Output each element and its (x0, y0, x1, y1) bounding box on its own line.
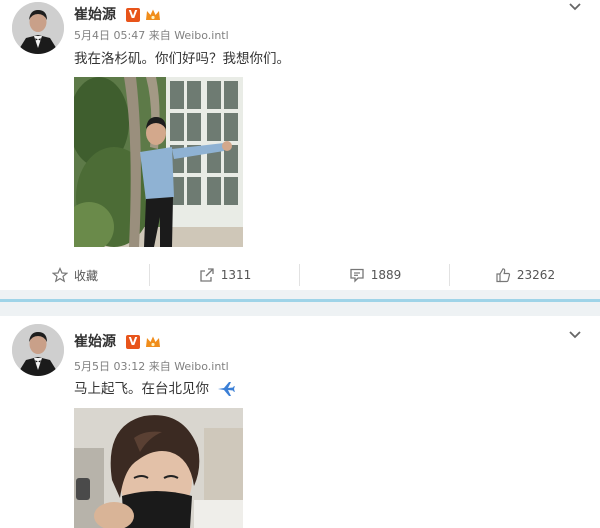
source: 来自 Weibo.intl (148, 29, 229, 42)
favorite-button[interactable]: 收藏 (0, 260, 150, 290)
repost-count: 1311 (220, 268, 252, 282)
post-text: 我在洛杉矶。你们好吗？我想你们。 (74, 51, 290, 67)
source: 来自 Weibo.intl (148, 360, 229, 373)
post-photo[interactable] (74, 408, 243, 528)
avatar[interactable] (12, 2, 64, 54)
crown-icon (146, 336, 160, 347)
airplane-icon (218, 382, 236, 396)
chevron-down-icon[interactable] (568, 2, 582, 12)
action-bar: 收藏 1311 1889 23262 (0, 260, 600, 290)
post-photo[interactable] (74, 77, 243, 247)
post-text: 马上起飞。在台北见你 (74, 380, 236, 398)
verified-badge-icon: V (126, 335, 140, 349)
timestamp[interactable]: 5月5日 03:12 (74, 360, 145, 373)
comment-count: 1889 (370, 268, 402, 282)
like-button[interactable]: 23262 (450, 260, 600, 290)
avatar[interactable] (12, 324, 64, 376)
like-count: 23262 (516, 268, 556, 282)
post-meta: 5月4日 05:47 来自 Weibo.intl (74, 29, 229, 43)
weibo-post: 崔始源 V 5月4日 05:47 来自 Weibo.intl 我在洛杉矶。你们好… (0, 0, 600, 290)
post-text-content: 马上起飞。在台北见你 (74, 381, 209, 397)
crown-icon (146, 9, 160, 20)
post-meta: 5月5日 03:12 来自 Weibo.intl (74, 360, 229, 374)
weibo-post: 崔始源 V 5月5日 03:12 来自 Weibo.intl 马上起飞。在台北见… (0, 316, 600, 528)
favorite-label: 收藏 (73, 268, 98, 283)
comment-button[interactable]: 1889 (300, 260, 450, 290)
star-icon (51, 267, 68, 283)
timestamp[interactable]: 5月4日 05:47 (74, 29, 145, 42)
username[interactable]: 崔始源 (74, 333, 116, 351)
username[interactable]: 崔始源 (74, 6, 116, 24)
feed-separator (0, 290, 600, 316)
verified-badge-icon: V (126, 8, 140, 22)
separator-accent (0, 299, 600, 302)
like-icon (496, 268, 510, 283)
repost-button[interactable]: 1311 (150, 260, 300, 290)
repost-icon (200, 268, 214, 282)
chevron-down-icon[interactable] (568, 330, 582, 340)
comment-icon (350, 268, 364, 283)
